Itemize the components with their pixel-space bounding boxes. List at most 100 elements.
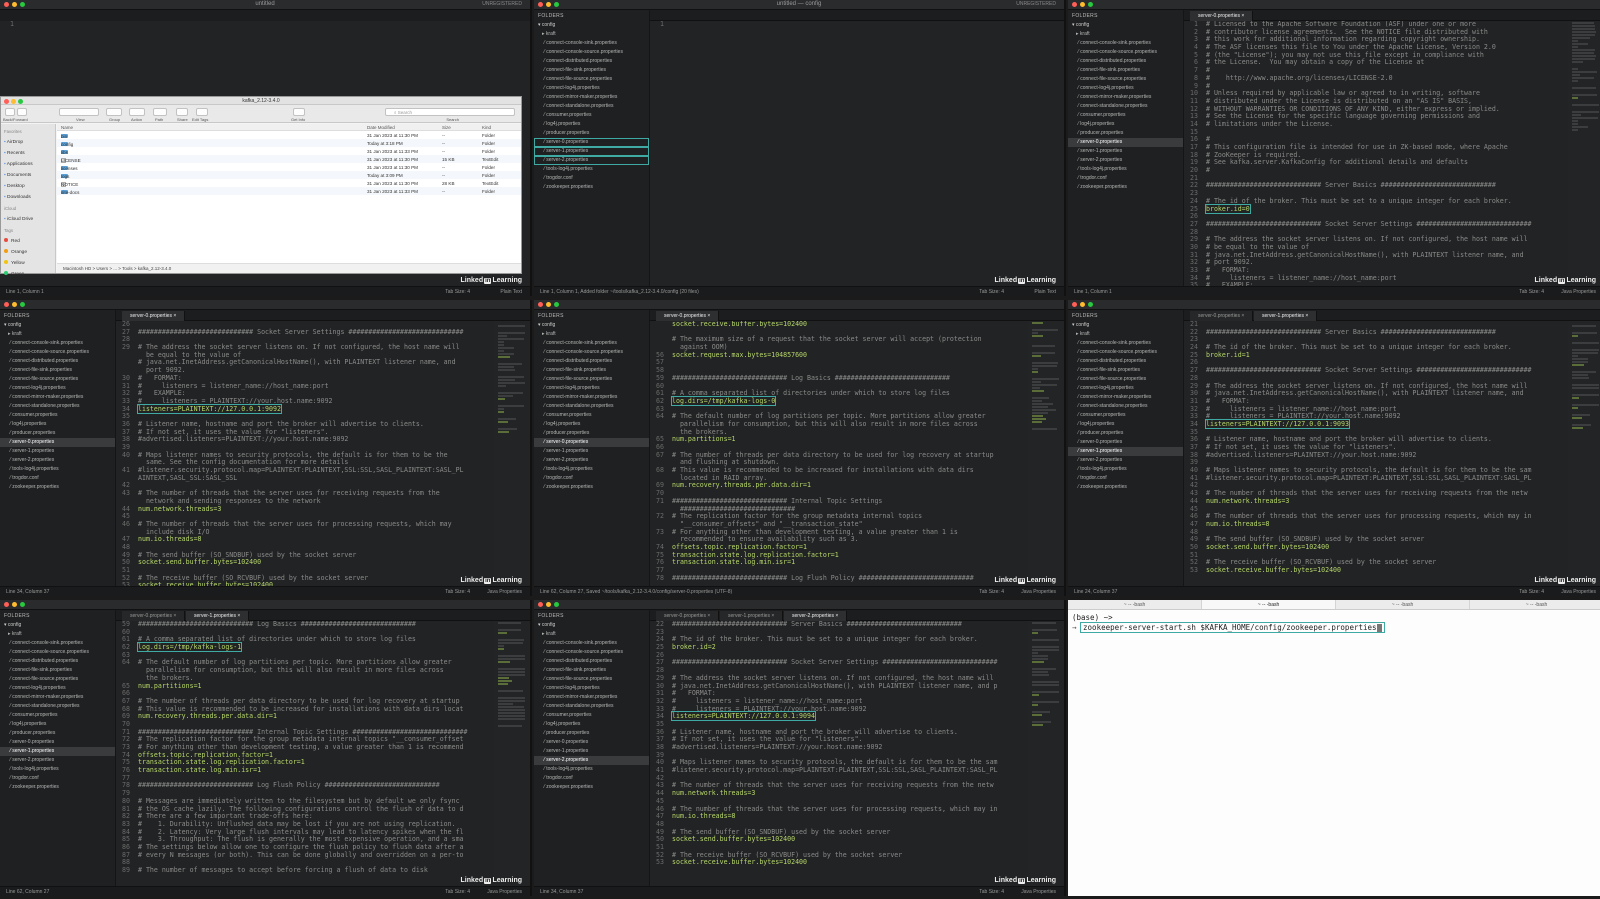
sidebar-file-item[interactable]: ⁄ consumer.properties [534,711,649,720]
sidebar-file-item[interactable]: ⁄ connect-log4j.properties [534,684,649,693]
close-icon[interactable]: × [1304,313,1308,319]
sidebar-file-item[interactable]: ⁄ connect-console-sink.properties [534,639,649,648]
file-row[interactable]: ▸ site-docs31 Jan 2023 at 11:33 PM--Fold… [57,187,521,195]
status-tab-size[interactable]: Tab Size: 4 [979,589,1004,595]
file-tab[interactable]: server-1.properties × [1254,311,1318,321]
close-icon[interactable]: × [1240,13,1244,19]
sidebar-file-item[interactable]: ⁄ connect-distributed.properties [1068,57,1183,66]
sidebar-file-item[interactable]: ⁄ connect-console-source.properties [0,648,115,657]
close-icon[interactable]: × [236,613,240,619]
sidebar-file-item[interactable]: ⁄ connect-mirror-maker.properties [0,693,115,702]
sidebar-file-item[interactable]: ⁄ connect-distributed.properties [0,357,115,366]
sidebar-file-item[interactable]: ⁄ connect-distributed.properties [534,357,649,366]
file-tab[interactable]: server-1.properties × [186,611,250,621]
status-syntax[interactable]: Java Properties [1561,589,1596,595]
zoom-icon[interactable] [20,602,25,607]
file-row[interactable]: ▸ bin31 Jan 2023 at 11:30 PM--Folder [57,131,521,139]
minimap[interactable] [494,321,530,586]
minimap[interactable] [1028,321,1064,586]
sidebar-file-item[interactable]: ⁄ server-0.properties [534,438,649,447]
sidebar-file-item[interactable]: ⁄ connect-log4j.properties [0,684,115,693]
sidebar-file-item[interactable]: ⁄ connect-mirror-maker.properties [534,693,649,702]
sidebar-file-item[interactable]: ⁄ consumer.properties [0,711,115,720]
sidebar-file-item[interactable]: ⁄ connect-mirror-maker.properties [1068,393,1183,402]
folder-config[interactable]: ▾ config [1068,321,1183,330]
sidebar-file-item[interactable]: ⁄ server-2.properties [1068,156,1183,165]
minimap[interactable] [1028,621,1064,886]
sidebar-file-item[interactable]: ⁄ producer.properties [0,729,115,738]
sidebar-file-item[interactable]: ⁄ connect-distributed.properties [1068,357,1183,366]
finder-sidebar-item[interactable]: ▪ AirDrop [4,137,52,148]
sidebar-file-item[interactable]: ⁄ server-2.properties [534,456,649,465]
column-name[interactable]: Name [61,125,73,130]
sidebar-file-item[interactable]: ⁄ producer.properties [0,429,115,438]
get-info-button[interactable] [293,108,305,116]
sidebar-file-item[interactable]: ⁄ zookeeper.properties [534,783,649,792]
sidebar-file-item[interactable]: ⁄ consumer.properties [1068,411,1183,420]
sidebar-file-item[interactable]: ⁄ consumer.properties [534,111,649,120]
sidebar-file-item[interactable]: ⁄ connect-file-source.properties [534,75,649,84]
code-editor[interactable]: 59 ############################# Log Basi… [116,621,494,886]
status-tab-size[interactable]: Tab Size: 4 [979,889,1004,895]
status-syntax[interactable]: Java Properties [487,889,522,895]
sidebar-file-item[interactable]: ⁄ connect-console-sink.properties [1068,39,1183,48]
sidebar-file-item[interactable]: ⁄ connect-console-source.properties [534,648,649,657]
close-icon[interactable]: × [172,613,176,619]
sidebar-file-item[interactable]: ⁄ zookeeper.properties [1068,183,1183,192]
close-icon[interactable] [1072,2,1077,7]
sidebar-file-item[interactable]: ⁄ connect-console-sink.properties [0,339,115,348]
sidebar-file-item[interactable]: ⁄ log4j.properties [534,720,649,729]
sidebar-file-item[interactable]: ⁄ tools-log4j.properties [1068,465,1183,474]
code-editor[interactable]: 1 # Licensed to the Apache Software Found… [1184,21,1568,286]
sidebar-file-item[interactable]: ⁄ connect-console-sink.properties [0,639,115,648]
sidebar-file-item[interactable]: ⁄ server-1.properties [534,747,649,756]
folder-config[interactable]: ▾ config [534,21,649,30]
finder-sidebar-item[interactable]: Red [4,236,52,247]
forward-button[interactable] [17,108,27,116]
close-icon[interactable] [538,302,543,307]
sidebar-file-item[interactable]: ⁄ server-0.properties [0,738,115,747]
sidebar-file-item[interactable]: ⁄ log4j.properties [0,720,115,729]
finder-sidebar-item[interactable]: ▪ Applications [4,159,52,170]
sidebar-file-item[interactable]: ⁄ connect-standalone.properties [534,702,649,711]
minimize-icon[interactable] [12,602,17,607]
minimap[interactable] [494,621,530,886]
sidebar-file-item[interactable]: ⁄ consumer.properties [1068,111,1183,120]
sidebar-file-item[interactable]: ⁄ connect-file-sink.properties [1068,366,1183,375]
terminal-tab[interactable]: ~ -- -bash [1068,600,1202,609]
finder-sidebar-item[interactable]: Yellow [4,258,52,269]
path-button[interactable] [153,108,167,116]
close-icon[interactable]: × [834,613,838,619]
sidebar-file-item[interactable]: ⁄ trogdor.conf [534,174,649,183]
file-tab[interactable]: server-2.properties × [784,611,848,621]
column-date-modified[interactable]: Date Modified [367,125,395,130]
sidebar-file-item[interactable]: ⁄ connect-log4j.properties [534,384,649,393]
sidebar-file-item[interactable]: ⁄ zookeeper.properties [0,783,115,792]
sidebar-file-item[interactable]: ⁄ server-2.properties [534,756,649,765]
minimap[interactable] [1568,21,1600,286]
sidebar-file-item[interactable]: ⁄ connect-file-sink.properties [0,666,115,675]
sidebar-file-item[interactable]: ⁄ zookeeper.properties [534,483,649,492]
zoom-icon[interactable] [554,302,559,307]
sidebar-file-item[interactable]: ⁄ server-0.properties [0,438,115,447]
finder-sidebar-item[interactable]: Green [4,269,52,280]
status-syntax[interactable]: Java Properties [1021,889,1056,895]
sidebar-file-item[interactable]: ⁄ server-1.properties [534,447,649,456]
code-editor[interactable]: 22 ############################# Server B… [650,621,1028,886]
sidebar-file-item[interactable]: ⁄ log4j.properties [1068,420,1183,429]
folder-kraft[interactable]: ▸ kraft [534,330,649,339]
sidebar-file-item[interactable]: ⁄ connect-mirror-maker.properties [534,393,649,402]
sidebar-file-item[interactable]: ⁄ consumer.properties [0,411,115,420]
terminal-tab[interactable]: ~ -- -bash [1202,600,1336,609]
zoom-icon[interactable] [1088,302,1093,307]
sidebar-file-item[interactable]: ⁄ server-2.properties [0,756,115,765]
back-button[interactable] [5,108,15,116]
action-button[interactable] [129,108,145,116]
column-kind[interactable]: Kind [482,125,491,130]
close-icon[interactable]: × [706,313,710,319]
sidebar-file-item[interactable]: ⁄ connect-console-source.properties [1068,348,1183,357]
sidebar-file-item[interactable]: ⁄ producer.properties [534,729,649,738]
sidebar-file-item[interactable]: ⁄ server-1.properties [534,147,649,156]
sidebar-file-item[interactable]: ⁄ connect-file-sink.properties [0,366,115,375]
code-editor[interactable]: socket.receive.buffer.bytes=102400 # The … [650,321,1028,586]
